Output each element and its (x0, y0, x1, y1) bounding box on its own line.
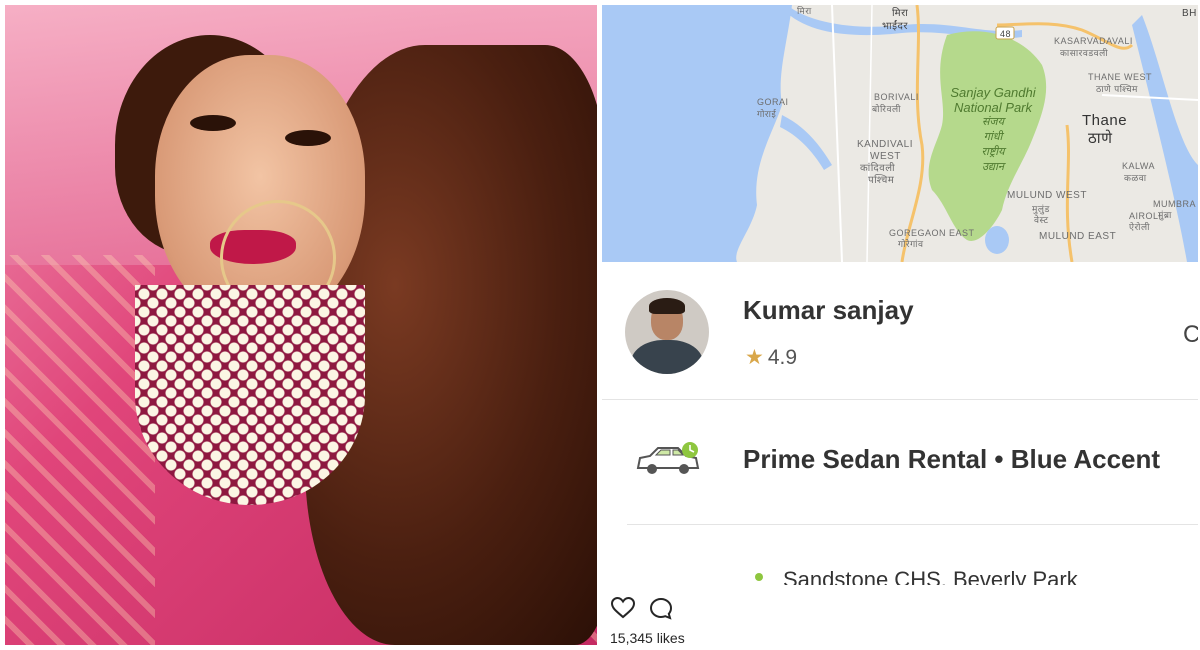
car-type: Prime Sedan Rental • Blue Accent (743, 444, 1161, 474)
driver-avatar[interactable] (625, 290, 709, 374)
park-label-line: Sanjay Gandhi (950, 85, 1036, 100)
driver-rating: ★ 4.9 (745, 345, 797, 370)
map-label-thane-west-dev: ठाणे पश्चिम (1096, 84, 1138, 94)
heart-icon[interactable] (610, 596, 636, 620)
car-info: Prime Sedan Rental • Blue Accent (602, 400, 1198, 524)
pickup-address: Sandstone CHS, Beverly Park (783, 567, 1078, 585)
map-label-bhayandar: भाईंदर (882, 21, 908, 32)
creek-west (780, 115, 832, 170)
divider (627, 524, 1198, 525)
map-label: मिरा (797, 6, 812, 16)
right-eye (285, 130, 331, 146)
local-road-2 (866, 5, 873, 262)
map-label-kalwa: KALWA (1122, 161, 1156, 171)
likes-count[interactable]: 15,345 likes (610, 630, 685, 645)
park-label-line: National Park (953, 100, 1033, 115)
map-label-mira: मिरा (892, 8, 909, 19)
avatar-hair (649, 298, 685, 314)
call-button[interactable]: C (1183, 321, 1198, 349)
map-label-bh: BH (1182, 8, 1197, 19)
map-label-mumbra-dev: मुंब्रा (1158, 210, 1172, 220)
sedan-clock-icon (636, 442, 700, 474)
map-label-kalwa-dev: कळवा (1124, 173, 1147, 183)
necklace (135, 285, 365, 505)
map-label-thane-dev: ठाणे (1088, 130, 1113, 147)
map-label-airoli-dev: ऐरोली (1129, 222, 1150, 232)
park-label-line: गांधी (983, 131, 1003, 143)
rating-value: 4.9 (767, 346, 798, 369)
park-label-line: उद्यान (982, 161, 1004, 173)
pickup-dot-icon (755, 573, 763, 581)
embroidery-left (5, 255, 155, 645)
avatar-body (631, 340, 703, 374)
map-label-gorai-dev: गोराई (757, 109, 777, 119)
post-photo (5, 5, 597, 645)
map-view[interactable]: मिरा मिरा भाईंदर 48 KASARVADAVALI कासारव… (602, 5, 1198, 262)
driver-info[interactable]: Kumar sanjay ★ 4.9 C (602, 267, 1198, 400)
map-label-goregaon-east-dev: गोरेगांव (898, 239, 924, 249)
map-label-borivali: BORIVALI (874, 92, 919, 102)
map-label-thane: Thane (1082, 112, 1128, 129)
local-road-1 (831, 5, 843, 262)
lake (985, 226, 1009, 254)
map-label-national-park: Sanjay Gandhi National Park संजय गांधी र… (938, 85, 1048, 175)
map-label-kandivali-west: WEST (870, 151, 901, 162)
map-label-mulund-east: MULUND EAST (1039, 231, 1117, 242)
western-express-highway (900, 5, 925, 262)
sea-area (602, 5, 792, 262)
map-label-kasarvadavali: KASARVADAVALI (1054, 36, 1133, 46)
map-label-borivali-dev: बोरिवली (872, 104, 901, 114)
star-icon: ★ (745, 346, 764, 369)
park-label-line: संजय (982, 116, 1004, 128)
map-label-gorai: GORAI (757, 97, 789, 107)
comment-icon[interactable] (648, 596, 674, 622)
map-label-kandivali-dev: कांदिवली (860, 163, 896, 174)
map-label-kasarvadavali-dev: कासारवडवली (1060, 48, 1109, 58)
map-label-thane-west: THANE WEST (1088, 72, 1153, 82)
map-label-kandivali: KANDIVALI (857, 139, 913, 150)
ride-app-screenshot: मिरा मिरा भाईंदर 48 KASARVADAVALI कासारव… (602, 5, 1198, 645)
park-label-line: राष्ट्रीय (981, 146, 1005, 158)
highway-number: 48 (1000, 29, 1012, 39)
driver-name: Kumar sanjay (743, 295, 914, 325)
map-label-mulund-west-dev2: वेस्ट (1034, 215, 1049, 225)
map-label-mulund-west: MULUND WEST (1007, 190, 1087, 201)
pickup-location[interactable]: Sandstone CHS, Beverly Park (602, 545, 1198, 585)
instagram-actions: 15,345 likes (602, 590, 1198, 645)
map-label-kandivali-dev2: पश्चिम (868, 175, 895, 186)
left-eye (190, 115, 236, 131)
